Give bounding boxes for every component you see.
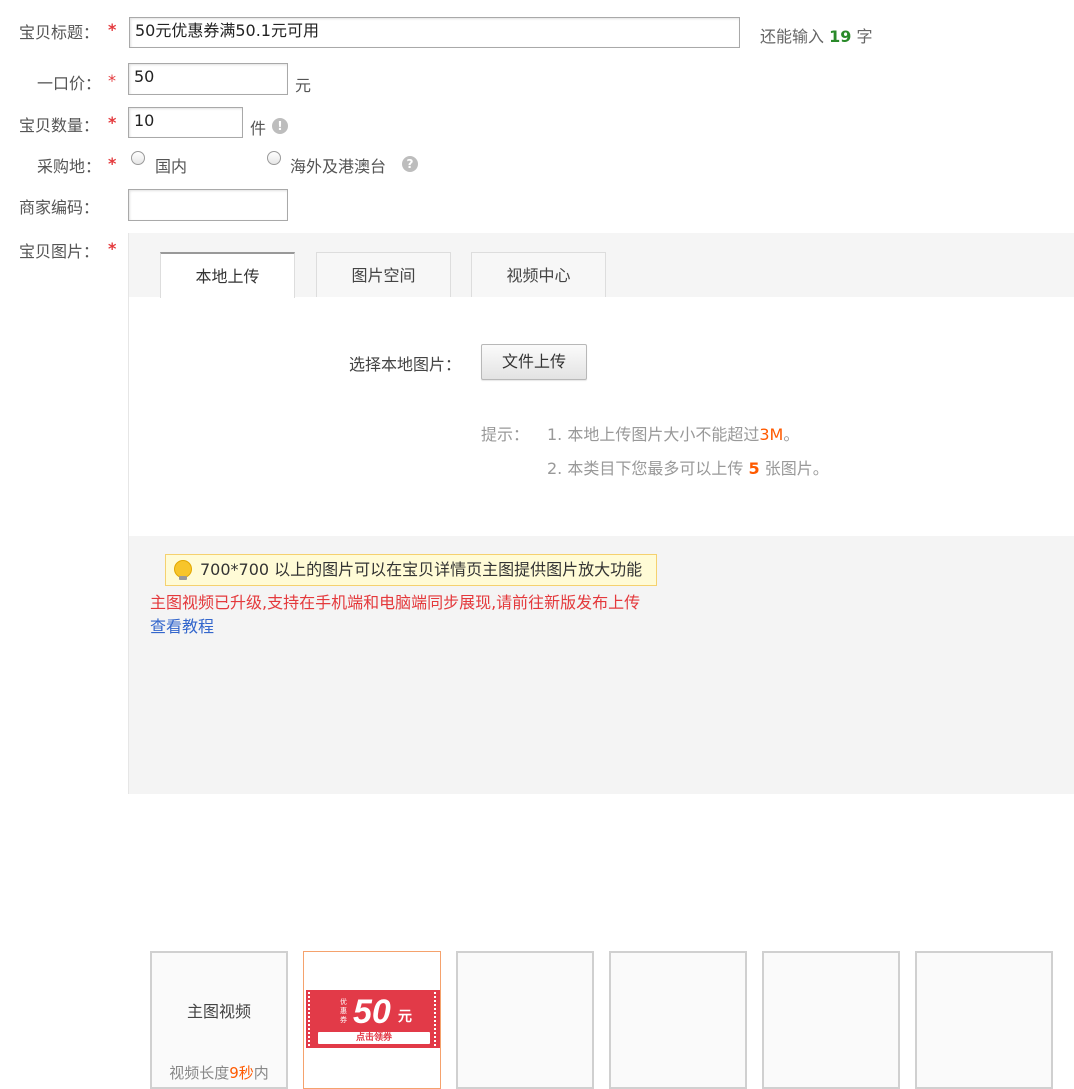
tab-local-upload[interactable]: 本地上传: [160, 252, 295, 298]
tab-image-space[interactable]: 图片空间: [316, 252, 451, 297]
price-label: 一口价：: [37, 74, 102, 93]
image-upload-panel: 本地上传 图片空间 视频中心 选择本地图片： 文件上传 提示： 1. 本地上传图…: [128, 233, 1074, 1089]
required-mark: *: [108, 154, 117, 173]
price-unit: 元: [295, 76, 312, 95]
tip-1-size: 3M: [759, 425, 784, 444]
image-slot-3[interactable]: [609, 951, 747, 1089]
images-label: 宝贝图片：: [19, 242, 100, 261]
required-mark: *: [108, 71, 116, 90]
purchase-label: 采购地：: [37, 157, 102, 176]
quantity-label: 宝贝数量：: [19, 116, 100, 135]
required-mark: *: [108, 239, 117, 258]
lightbulb-icon: [174, 560, 192, 580]
video-length-hint: 视频长度9秒内: [152, 1062, 286, 1083]
quantity-input[interactable]: 10: [128, 107, 243, 138]
required-mark: *: [108, 113, 117, 132]
main-video-label: 主图视频: [186, 1002, 251, 1021]
tip-1: 1. 本地上传图片大小不能超过3M。: [547, 421, 799, 445]
video-length-prefix: 视频长度: [169, 1064, 230, 1082]
info-icon[interactable]: !: [272, 118, 288, 134]
merchant-code-input[interactable]: [128, 189, 288, 221]
tab-video-center[interactable]: 视频中心: [471, 252, 606, 297]
image-slot-2[interactable]: [456, 951, 594, 1089]
file-upload-button[interactable]: 文件上传: [481, 344, 587, 380]
choose-local-image-label: 选择本地图片：: [349, 355, 462, 374]
merchant-code-label: 商家编码：: [19, 198, 100, 217]
required-mark: *: [108, 20, 117, 39]
quantity-unit: 件: [250, 119, 267, 138]
remaining-prefix: 还能输入: [760, 27, 825, 46]
image-slot-5[interactable]: [915, 951, 1053, 1089]
title-label: 宝贝标题：: [19, 23, 100, 42]
radio-domestic[interactable]: [131, 151, 145, 165]
zoom-notice: 700*700 以上的图片可以在宝贝详情页主图提供图片放大功能: [165, 554, 658, 586]
coupon-left-edge: [308, 992, 312, 1046]
tip-1-prefix: 1. 本地上传图片大小不能超过: [547, 425, 760, 444]
upload-tab-bar: 本地上传 图片空间 视频中心: [129, 233, 1074, 298]
tip-2: 2. 本类目下您最多可以上传 5 张图片。: [547, 455, 829, 479]
tip-1-suffix: 。: [783, 425, 800, 444]
view-tutorial-link[interactable]: 查看教程: [150, 613, 214, 637]
coupon-side-text: 优惠券: [340, 998, 347, 1024]
coupon-amount: 50: [353, 993, 391, 1031]
radio-overseas-label: 海外及港澳台: [290, 157, 387, 176]
image-slot-1[interactable]: 优惠券 50 元 点击领券: [303, 951, 441, 1089]
coupon-cta: 点击领券: [355, 1033, 392, 1043]
price-input[interactable]: 50: [128, 63, 288, 95]
image-slot-4[interactable]: [762, 951, 900, 1089]
tips-label: 提示：: [481, 425, 530, 444]
title-remaining-hint: 还能输入 19 字: [760, 23, 872, 47]
video-length-value: 9秒: [229, 1064, 254, 1082]
remaining-suffix: 字: [856, 27, 873, 46]
tip-2-count: 5: [748, 459, 760, 478]
coupon-cta-bar: 点击领券: [318, 1032, 430, 1044]
coupon-right-edge: [434, 992, 438, 1046]
coupon-currency: 元: [398, 1009, 412, 1025]
title-input[interactable]: 50元优惠券满50.1元可用: [129, 17, 740, 48]
image-slots-area: 700*700 以上的图片可以在宝贝详情页主图提供图片放大功能 主图视频已升级,…: [129, 536, 1074, 1089]
remaining-count: 19: [829, 27, 852, 46]
zoom-notice-text: 700*700 以上的图片可以在宝贝详情页主图提供图片放大功能: [200, 560, 643, 579]
coupon-image: 优惠券 50 元 点击领券: [306, 990, 440, 1048]
video-length-suffix: 内: [253, 1064, 269, 1082]
video-upgrade-warning: 主图视频已升级,支持在手机端和电脑端同步展现,请前往新版发布上传: [150, 593, 641, 612]
tip-2-suffix: 张图片。: [764, 459, 829, 478]
radio-overseas[interactable]: [267, 151, 281, 165]
main-video-slot[interactable]: 主图视频 视频长度9秒内: [150, 951, 288, 1089]
tip-2-prefix: 2. 本类目下您最多可以上传: [547, 459, 744, 478]
help-icon[interactable]: ?: [402, 156, 418, 172]
radio-domestic-label: 国内: [155, 157, 188, 176]
